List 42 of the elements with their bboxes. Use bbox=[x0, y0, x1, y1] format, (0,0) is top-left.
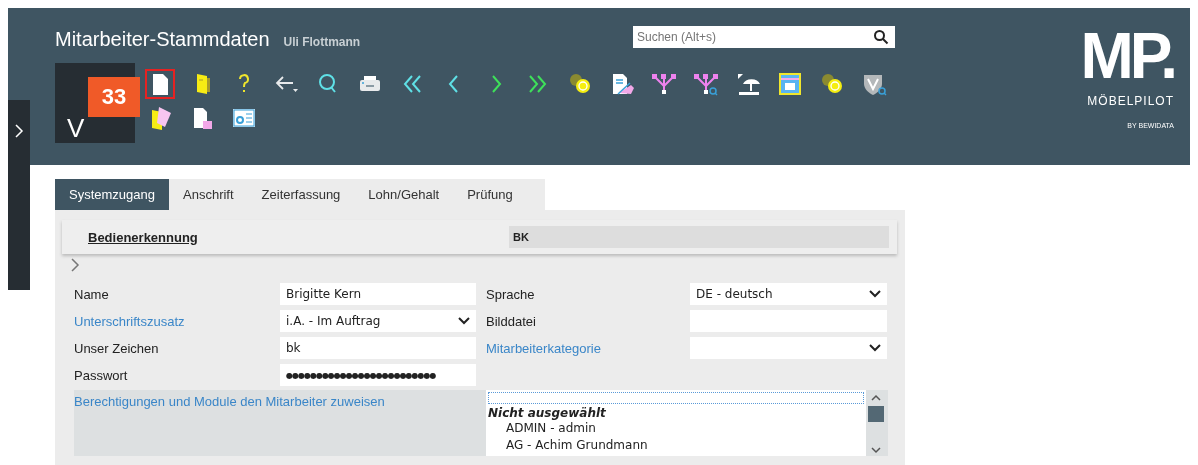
dropdown-caret-icon bbox=[458, 317, 470, 325]
field-label: Passwort bbox=[74, 366, 129, 385]
identifier-value: BK bbox=[509, 226, 889, 248]
tree-structure-icon[interactable] bbox=[651, 71, 677, 97]
user-name: Uli Flottmann bbox=[283, 35, 361, 49]
list-box[interactable]: Nicht ausgewählt ADMIN - admin AG - Achim Grundmann bbox=[486, 390, 866, 456]
list-item[interactable]: AG - Achim Grundmann bbox=[486, 437, 866, 454]
select-field[interactable] bbox=[690, 337, 887, 359]
field-label: Unser Zeichen bbox=[74, 339, 160, 358]
scroll-down-icon[interactable] bbox=[870, 446, 882, 454]
logo-name: MÖBELPILOT bbox=[1087, 94, 1174, 108]
dropdown-caret-icon bbox=[869, 290, 881, 298]
tab[interactable]: Anschrift bbox=[169, 179, 248, 210]
field-label: Sprache bbox=[486, 285, 536, 304]
side-panel-toggle[interactable] bbox=[8, 100, 30, 290]
tab[interactable]: Prüfung bbox=[453, 179, 527, 210]
tab[interactable]: Lohn/Gehalt bbox=[354, 179, 454, 210]
dropdown-caret-icon bbox=[869, 344, 881, 352]
field-label: Name bbox=[74, 285, 110, 304]
input-field[interactable]: bk bbox=[280, 337, 476, 359]
scroll-up-icon[interactable] bbox=[870, 394, 882, 402]
identifier-label: Bedienerkennung bbox=[88, 229, 199, 245]
beach-umbrella-icon[interactable] bbox=[735, 71, 761, 97]
step-badge: 33 bbox=[88, 77, 140, 117]
select-field[interactable]: DE - deutsch bbox=[690, 283, 887, 305]
tab[interactable]: Zeiterfassung bbox=[247, 179, 355, 210]
input-field[interactable]: Brigitte Kern bbox=[280, 283, 476, 305]
tree-search-icon[interactable] bbox=[693, 71, 719, 97]
tab[interactable]: Systemzugang bbox=[55, 179, 169, 210]
list-item[interactable]: ADMIN - admin bbox=[486, 420, 866, 437]
logo-mark: MP. bbox=[1080, 24, 1174, 88]
field-label: Bilddatei bbox=[486, 312, 537, 331]
avatar-initial: V bbox=[67, 115, 85, 141]
search-icon[interactable] bbox=[873, 29, 889, 45]
chevron-right-icon[interactable] bbox=[14, 124, 24, 138]
expand-chevron-icon[interactable] bbox=[70, 258, 80, 272]
calendar-icon[interactable] bbox=[777, 71, 803, 97]
password-field[interactable]: ●●●●●●●●●●●●●●●●●●●●●●●●● bbox=[280, 364, 476, 386]
page-title: Mitarbeiter-Stammdaten bbox=[55, 28, 270, 51]
search-field[interactable]: Suchen (Alt+s) bbox=[633, 26, 895, 48]
list-group-header: Nicht ausgewählt bbox=[487, 405, 607, 420]
select-field[interactable]: i.A. - Im Auftrag bbox=[280, 310, 476, 332]
